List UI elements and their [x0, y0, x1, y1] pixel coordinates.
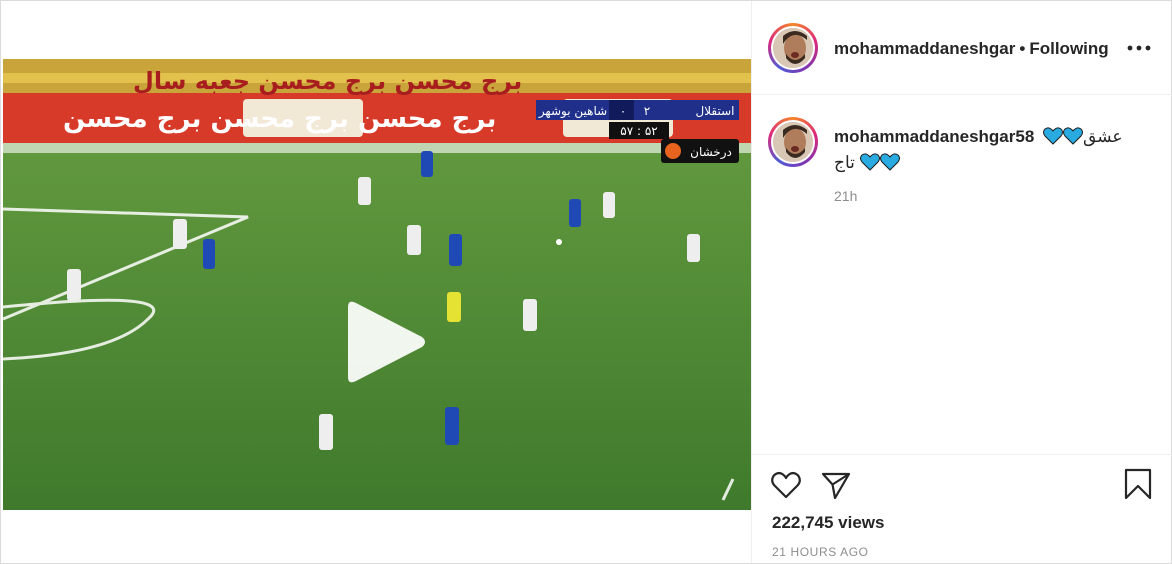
- more-horizontal-icon[interactable]: [1126, 37, 1152, 59]
- header-separator: •: [1019, 39, 1026, 58]
- video-frame: برج محسن برج محسن جعبه سال برج محسن برج …: [3, 59, 751, 510]
- team-home: استقلال: [696, 104, 735, 118]
- instagram-post: برج محسن برج محسن جعبه سال برج محسن برج …: [0, 0, 1172, 564]
- banner-text-bottom: برج محسن برج محسن برج محسن: [63, 104, 496, 134]
- score-away: ۰: [620, 104, 626, 118]
- header-user-line: mohammaddaneshgar • Following: [834, 39, 1109, 59]
- broadcaster-logo: درخشان: [690, 145, 732, 160]
- view-count[interactable]: 222,745 views: [772, 513, 884, 533]
- blue-heart-icon: [1063, 127, 1084, 145]
- bookmark-outline-icon[interactable]: [1122, 467, 1154, 501]
- post-header: mohammaddaneshgar • Following: [752, 1, 1172, 95]
- heart-outline-icon[interactable]: [770, 469, 802, 501]
- following-button[interactable]: Following: [1029, 39, 1108, 58]
- blue-heart-icon: [859, 153, 880, 171]
- play-icon[interactable]: [338, 299, 428, 385]
- action-bar: 222,745 views 21 HOURS AGO: [752, 454, 1172, 563]
- avatar[interactable]: [768, 23, 818, 73]
- caption-comment: mohammaddaneshgar58 عشق تاج 21h: [752, 96, 1172, 456]
- post-timestamp[interactable]: 21 HOURS AGO: [772, 545, 869, 559]
- profile-photo: [773, 28, 813, 68]
- post-sidebar: mohammaddaneshgar • Following mohammadda…: [752, 1, 1172, 563]
- username-link[interactable]: mohammaddaneshgar: [834, 39, 1015, 58]
- team-away: شاهین بوشهر: [538, 104, 607, 119]
- match-clock: ۵۷ : ۵۲: [620, 124, 657, 138]
- ball: [556, 239, 562, 245]
- score-home: ۲: [644, 104, 650, 118]
- blue-heart-icon: [1043, 127, 1064, 145]
- referee: [447, 292, 461, 322]
- profile-photo: [773, 122, 813, 162]
- caption-text: mohammaddaneshgar58 عشق تاج: [834, 124, 1144, 176]
- send-icon[interactable]: [820, 469, 852, 501]
- caption-avatar[interactable]: [768, 117, 818, 167]
- comment-timestamp[interactable]: 21h: [834, 188, 857, 204]
- banner-text-top: برج محسن برج محسن جعبه سال: [133, 67, 522, 95]
- caption-word-2: تاج: [834, 153, 855, 172]
- media-area: برج محسن برج محسن جعبه سال برج محسن برج …: [1, 1, 752, 563]
- caption-word-1: عشق: [1083, 127, 1123, 146]
- caption-username[interactable]: mohammaddaneshgar58: [834, 127, 1034, 146]
- video-player[interactable]: برج محسن برج محسن جعبه سال برج محسن برج …: [3, 59, 751, 510]
- blue-heart-icon: [879, 153, 900, 171]
